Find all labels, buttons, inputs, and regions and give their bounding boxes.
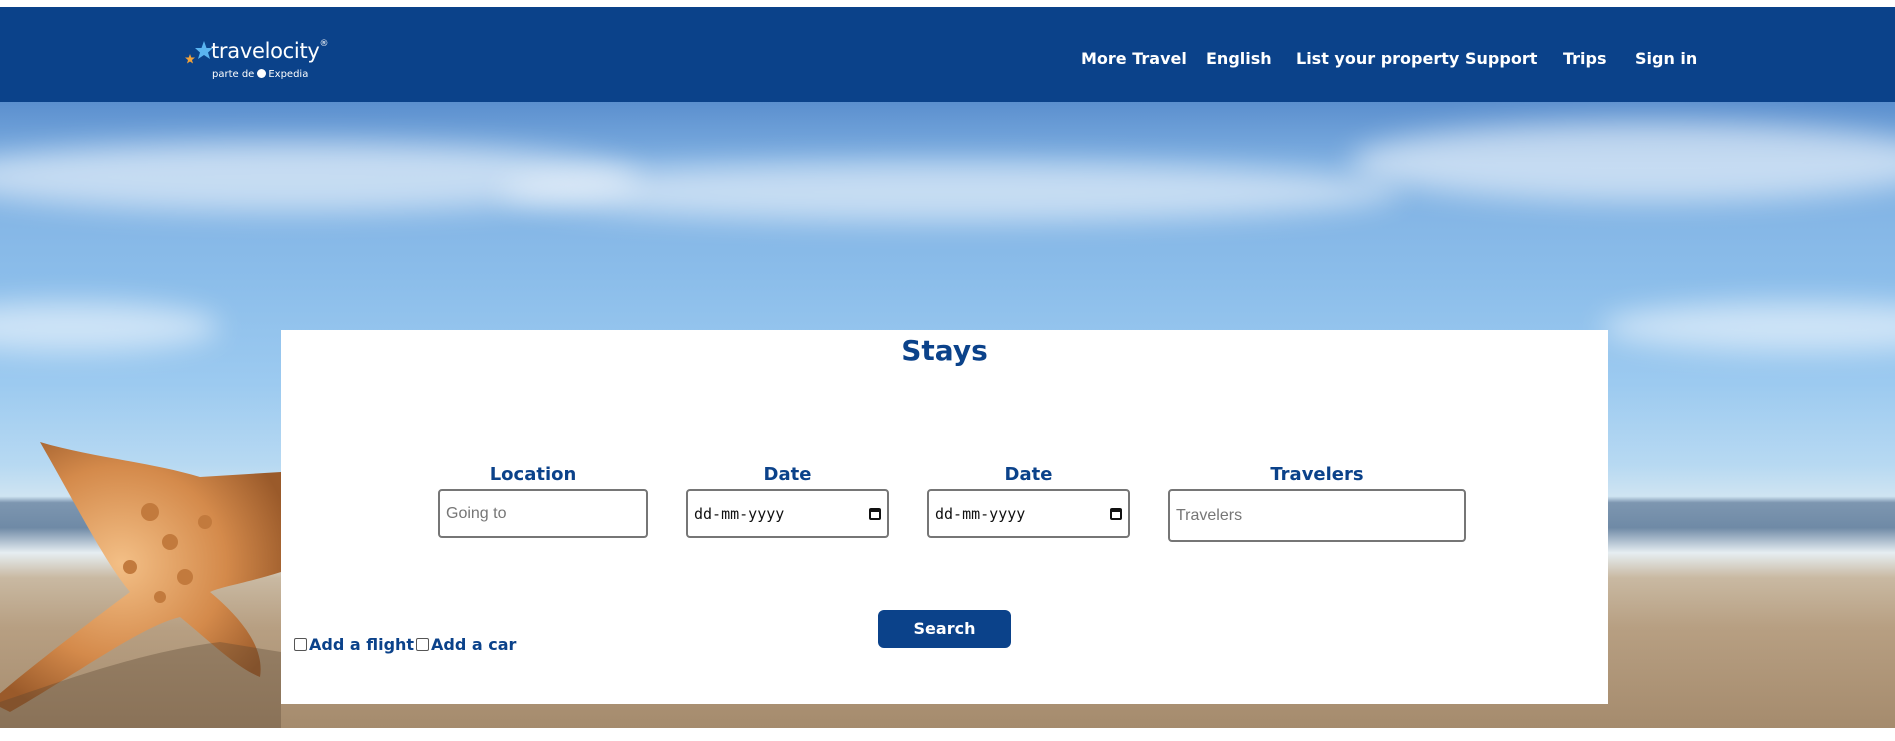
add-car-option[interactable]: Add a car (416, 635, 516, 654)
location-label: Location (489, 464, 577, 485)
travelocity-logo[interactable]: travelocity® parte de Expedia (184, 31, 344, 91)
cloud (1600, 302, 1895, 352)
bottom-strip (0, 728, 1895, 741)
tagline-brand: Expedia (268, 69, 309, 80)
expedia-icon (257, 69, 267, 78)
travelocity-star-icon (185, 41, 213, 64)
add-flight-checkbox[interactable] (294, 638, 307, 651)
checkin-date-label: Date (763, 464, 812, 485)
hero-beach-background: Stays Location Going to Date dd-mm-yyyy … (0, 102, 1895, 728)
tagline-prefix: parte de (212, 69, 255, 80)
location-placeholder: Going to (446, 504, 507, 522)
add-car-label: Add a car (431, 635, 517, 654)
starfish-image (0, 442, 281, 728)
calendar-icon[interactable] (869, 507, 881, 520)
travelers-placeholder: Travelers (1176, 506, 1243, 524)
cloud (1350, 122, 1895, 202)
nav-language[interactable]: English (1206, 49, 1272, 73)
search-button[interactable]: Search (878, 610, 1011, 648)
checkin-date-value: dd-mm-yyyy (694, 504, 785, 523)
cloud (0, 302, 220, 352)
top-strip (0, 0, 1895, 7)
calendar-icon[interactable] (1110, 507, 1122, 520)
checkout-date-label: Date (1004, 464, 1053, 485)
nav-support[interactable]: Support (1465, 49, 1537, 73)
brand-tagline: parte de Expedia (212, 69, 308, 80)
brand-name: travelocity (211, 39, 320, 63)
location-input[interactable]: Going to (438, 489, 648, 538)
cloud (500, 162, 1400, 222)
nav-trips[interactable]: Trips (1563, 49, 1607, 73)
page-title: Stays (901, 334, 988, 367)
checkout-date-value: dd-mm-yyyy (935, 504, 1026, 523)
add-flight-label: Add a flight (309, 635, 415, 654)
checkin-date-input[interactable]: dd-mm-yyyy (686, 489, 889, 538)
travelers-input[interactable]: Travelers (1168, 489, 1466, 542)
checkout-date-input[interactable]: dd-mm-yyyy (927, 489, 1130, 538)
top-navigation-bar: travelocity® parte de Expedia More Travel… (0, 7, 1895, 102)
trademark: ® (319, 39, 329, 49)
add-car-checkbox[interactable] (416, 638, 429, 651)
nav-sign-in[interactable]: Sign in (1635, 49, 1697, 73)
add-flight-option[interactable]: Add a flight (294, 635, 414, 654)
stays-search-panel: Stays Location Going to Date dd-mm-yyyy … (281, 330, 1608, 704)
nav-list-property[interactable]: List your property (1296, 49, 1459, 73)
nav-more-travel[interactable]: More Travel (1081, 49, 1187, 73)
travelers-label: Travelers (1270, 464, 1364, 485)
